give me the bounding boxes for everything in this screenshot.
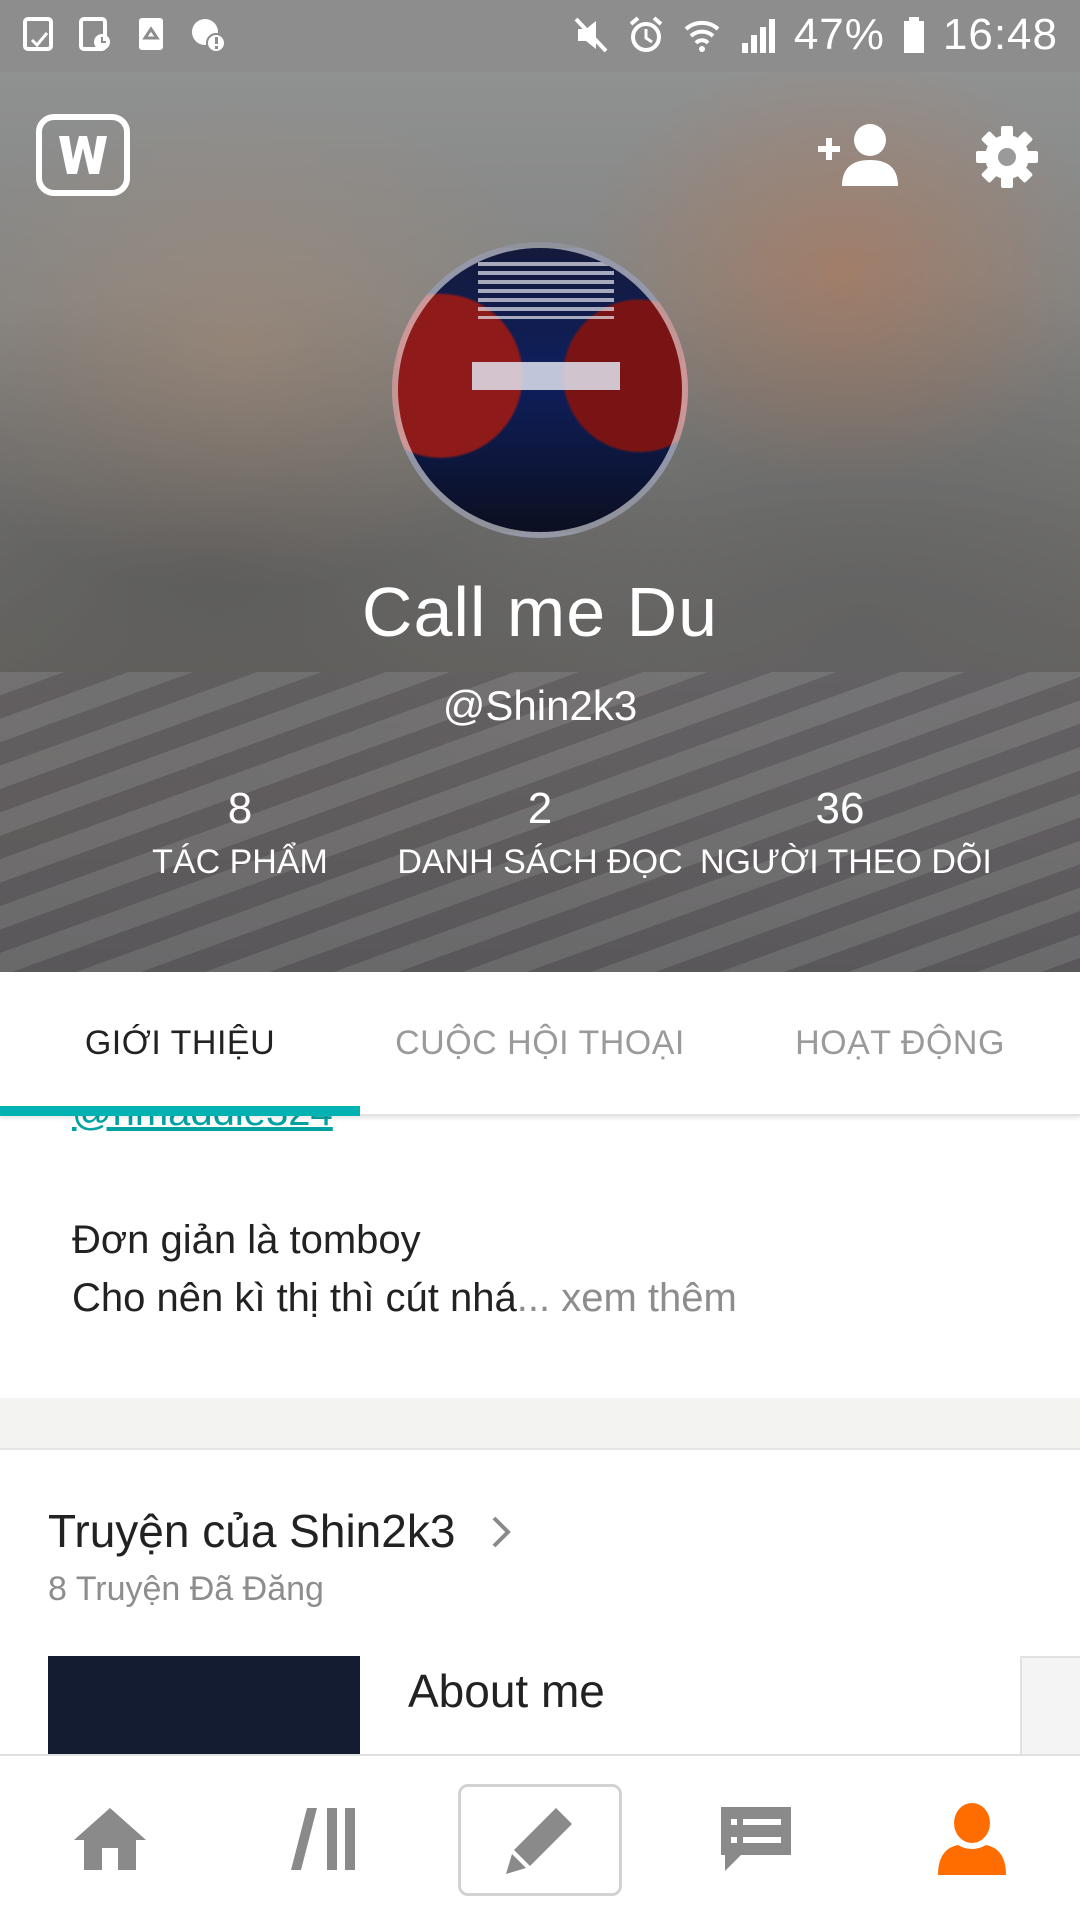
- gear-icon[interactable]: [974, 124, 1040, 190]
- next-story-card[interactable]: [1020, 1656, 1080, 1754]
- bio-line-2: Cho nên kì thị thì cút nhá... xem thêm: [72, 1276, 737, 1321]
- recycle-icon: [139, 18, 163, 50]
- nav-library[interactable]: [254, 1756, 394, 1922]
- status-bar: 47% 16:48: [0, 0, 1080, 72]
- tab-about[interactable]: GIỚI THIỆU: [0, 972, 360, 1114]
- stories-section: Truyện của Shin2k3 8 Truyện Đã Đăng Abou…: [0, 1450, 1080, 1754]
- avatar[interactable]: [392, 242, 688, 538]
- stat-works-value: 8: [227, 784, 253, 833]
- bio-mention-link[interactable]: @hmaddie324: [72, 1114, 333, 1135]
- battery-percent: 47%: [793, 10, 885, 59]
- alarm-icon: [629, 16, 663, 52]
- signal-icon: [741, 19, 775, 53]
- logo-glyph: [59, 136, 107, 174]
- stat-followers-label: NGƯỜI THEO DÕI: [700, 843, 992, 881]
- nav-home[interactable]: [40, 1756, 180, 1922]
- nav-write[interactable]: [458, 1784, 622, 1896]
- bio-line-1: Đơn giản là tomboy: [72, 1218, 421, 1262]
- clock: 16:48: [942, 10, 1058, 59]
- tab-conversations[interactable]: CUỘC HỘI THOẠI: [360, 972, 720, 1114]
- home-icon: [74, 1808, 146, 1870]
- wifi-icon: [684, 20, 720, 52]
- add-user-icon[interactable]: [816, 120, 902, 190]
- stat-reading-lists[interactable]: 2 DANH SÁCH ĐỌC: [390, 784, 690, 884]
- nav-messages[interactable]: [686, 1756, 826, 1922]
- wattpad-logo-icon[interactable]: [36, 114, 130, 196]
- screenshot-icon: [79, 17, 110, 51]
- messages-icon: [721, 1807, 791, 1871]
- section-divider: [0, 1398, 1080, 1450]
- mute-icon: [574, 17, 608, 53]
- tab-activity[interactable]: HOẠT ĐỘNG: [720, 972, 1080, 1114]
- bio-section: @hmaddie324 Đơn giản là tomboy Cho nên k…: [0, 1114, 1080, 1398]
- nav-profile[interactable]: [902, 1756, 1042, 1922]
- stories-title[interactable]: Truyện của Shin2k3: [48, 1504, 455, 1558]
- username: @Shin2k3: [442, 682, 638, 729]
- bio-line-2-text: Cho nên kì thị thì cút nhá: [72, 1276, 517, 1320]
- tab-indicator: [0, 1106, 360, 1116]
- avatar-photo-stripe: [471, 361, 620, 390]
- profile-cover: Call me Du @Shin2k3 8 TÁC PHẨM 2 DANH SÁ…: [0, 72, 1080, 972]
- display-name: Call me Du: [361, 573, 719, 651]
- bottom-navigation: [0, 1754, 1080, 1922]
- library-icon: [291, 1808, 355, 1870]
- alert-icon: [192, 19, 224, 53]
- bio-ellipsis: ...: [516, 1276, 551, 1320]
- stat-followers[interactable]: 36 NGƯỜI THEO DÕI: [700, 784, 992, 884]
- stat-reading-lists-value: 2: [527, 784, 553, 833]
- avatar-photo-detail: [477, 262, 614, 319]
- stat-reading-lists-label: DANH SÁCH ĐỌC: [397, 843, 683, 881]
- stat-followers-value: 36: [815, 784, 865, 833]
- see-more-link[interactable]: xem thêm: [550, 1276, 737, 1320]
- stories-count: 8 Truyện Đã Đăng: [48, 1570, 324, 1608]
- profile-icon: [938, 1803, 1006, 1875]
- write-icon: [506, 1808, 572, 1874]
- chevron-right-icon[interactable]: [488, 1512, 514, 1552]
- story-cover-image[interactable]: [48, 1656, 360, 1754]
- battery-icon: [903, 17, 924, 53]
- story-title[interactable]: About me: [408, 1664, 605, 1718]
- profile-tabs: GIỚI THIỆU CUỘC HỘI THOẠI HOẠT ĐỘNG: [0, 972, 1080, 1116]
- sim-icon: [23, 17, 53, 51]
- stat-works[interactable]: 8 TÁC PHẨM: [120, 784, 360, 884]
- stat-works-label: TÁC PHẨM: [152, 843, 328, 881]
